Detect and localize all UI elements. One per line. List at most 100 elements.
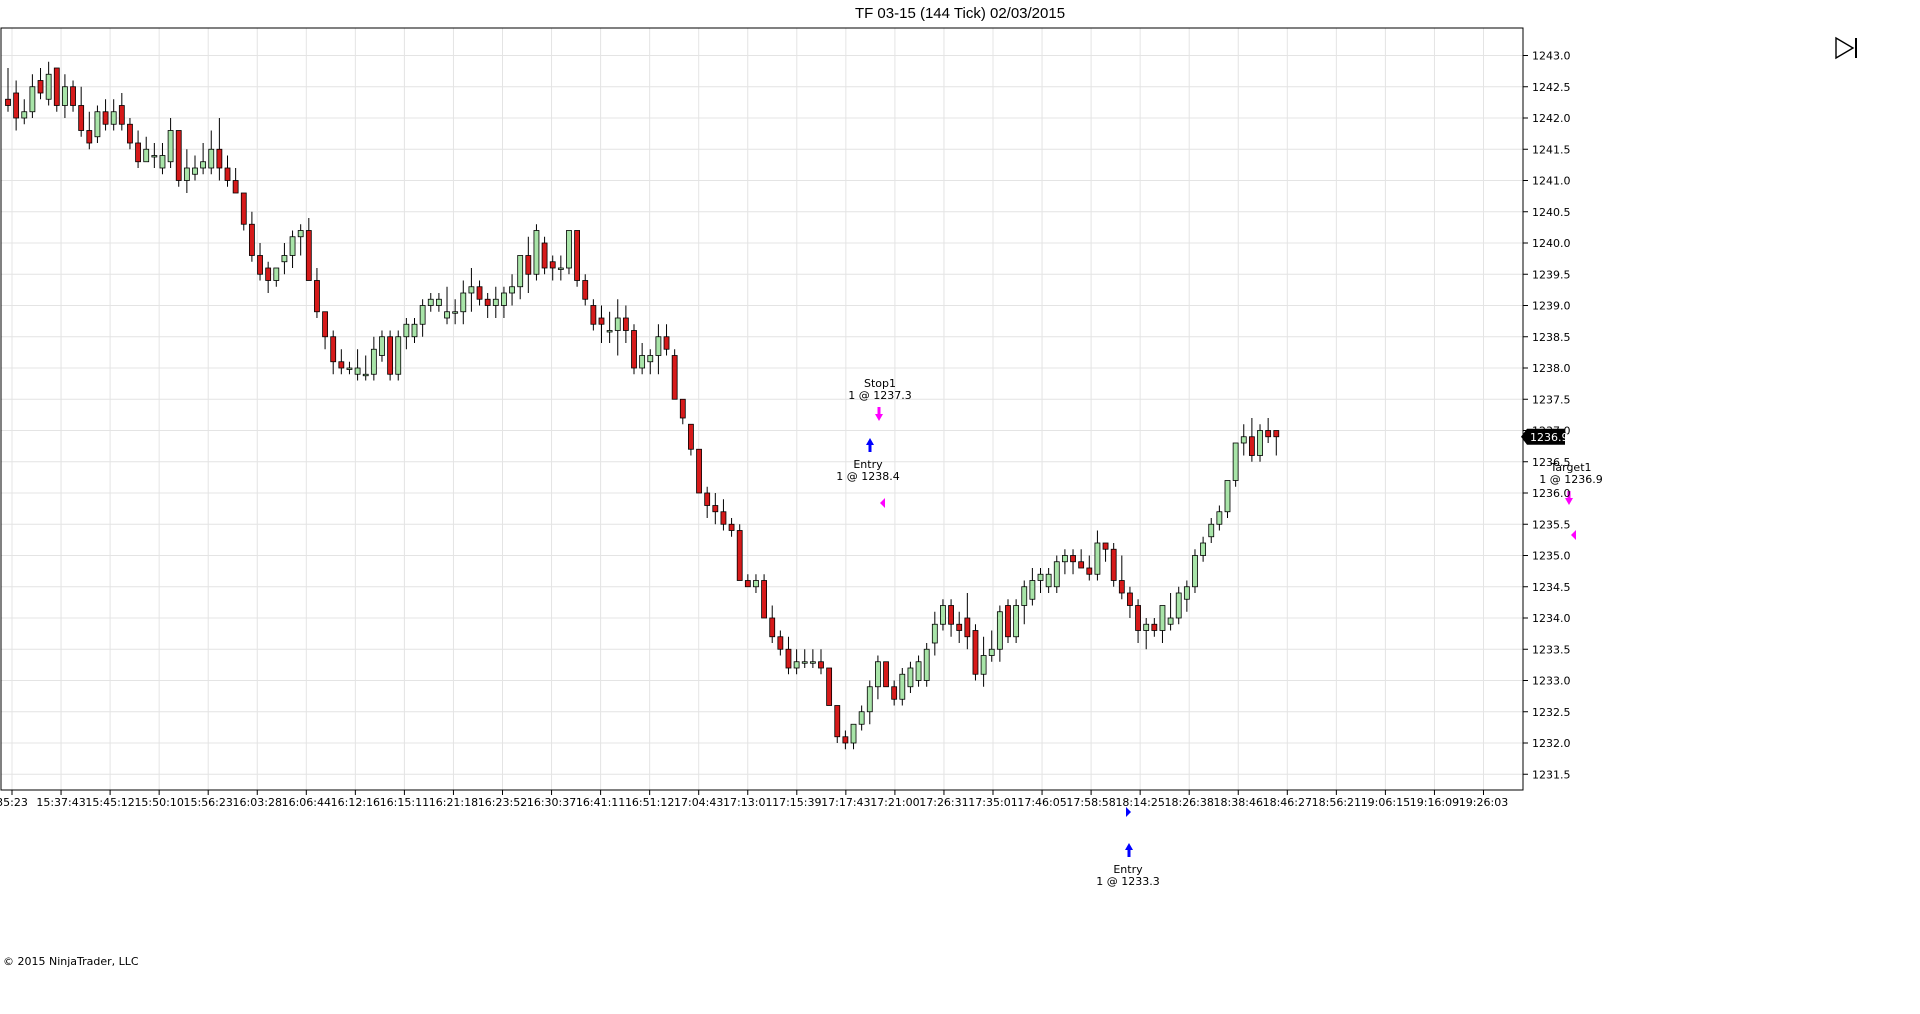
candle-body: [265, 267, 272, 281]
candle-body: [492, 298, 499, 306]
candle-body: [444, 311, 450, 319]
candle-body: [1135, 605, 1141, 631]
x-tick-label: 16:15:11: [380, 796, 429, 809]
candle-body: [411, 323, 418, 338]
candle-body: [907, 667, 914, 688]
y-tick-label: 1238.5: [1532, 331, 1571, 344]
x-tick-label: 17:58:58: [1066, 796, 1115, 809]
y-tick-label: 1235.0: [1532, 550, 1571, 563]
candle-body: [1216, 511, 1223, 525]
candle-body: [639, 355, 646, 369]
play-end-button[interactable]: [1834, 36, 1860, 60]
candle-body: [305, 230, 312, 281]
x-tick-label: 35:23: [0, 796, 28, 809]
candle-body: [606, 330, 613, 333]
candle-body: [923, 648, 930, 681]
candle-body: [224, 167, 231, 181]
candle-body: [435, 298, 442, 306]
candle-body: [151, 155, 158, 158]
candle-body: [1005, 605, 1011, 638]
candle-body: [826, 667, 833, 706]
x-axis: 35:2315:37:4315:45:1215:50:1015:56:2316:…: [0, 790, 1508, 809]
candle-body: [753, 580, 759, 588]
y-tick-label: 1234.0: [1532, 612, 1571, 625]
candle-body: [891, 686, 898, 700]
candle-body: [574, 230, 580, 281]
chart-grid: [1, 28, 1523, 790]
entry-arrow-icon: [1125, 843, 1133, 857]
candle-body: [964, 617, 971, 638]
candle-body: [395, 336, 402, 375]
chart-frame: [0, 27, 1524, 791]
candle-body: [102, 111, 109, 125]
candle-body: [988, 648, 995, 656]
x-tick-label: 17:26:31: [919, 796, 968, 809]
candle-body: [549, 261, 556, 269]
x-tick-label: 16:41:11: [576, 796, 625, 809]
price-chart[interactable]: Stop11 @ 1237.3Entry1 @ 1238.4Entry1 @ 1…: [0, 0, 1920, 1014]
x-tick-label: 18:14:25: [1115, 796, 1164, 809]
candle-body: [175, 130, 182, 181]
candle-body: [509, 286, 515, 294]
y-tick-label: 1243.0: [1532, 50, 1571, 63]
candle-body: [525, 255, 532, 275]
candle-body: [1183, 586, 1190, 600]
y-tick-label: 1234.5: [1532, 581, 1571, 594]
candle-body: [354, 367, 361, 375]
candle-body: [452, 311, 459, 314]
candle-body: [809, 661, 816, 664]
candle-body: [1013, 605, 1020, 638]
x-tick-label: 18:46:27: [1263, 796, 1312, 809]
candle-body: [118, 105, 125, 125]
candle-body: [696, 448, 702, 494]
x-tick-label: 19:16:09: [1410, 796, 1459, 809]
x-tick-label: 16:03:28: [233, 796, 282, 809]
candle-body: [1102, 542, 1109, 550]
candle-body: [29, 86, 36, 113]
x-tick-label: 16:23:52: [478, 796, 527, 809]
candle-body: [541, 242, 548, 269]
candle-body: [598, 317, 605, 325]
x-tick-label: 18:26:38: [1164, 796, 1213, 809]
last-price-label: 1236.9: [1530, 431, 1569, 444]
y-tick-label: 1242.5: [1532, 81, 1571, 94]
candle-body: [866, 686, 873, 713]
candle-body: [956, 623, 963, 631]
candle-body: [346, 367, 353, 370]
candle-body: [1192, 555, 1198, 588]
candle-body: [1151, 623, 1158, 631]
x-tick-label: 15:37:43: [36, 796, 85, 809]
candle-body: [1240, 436, 1247, 444]
candle-body: [1224, 480, 1231, 513]
candle-body: [883, 661, 889, 688]
trade-detail: 1 @ 1237.3: [848, 389, 911, 402]
candle-body: [566, 230, 572, 269]
candle-body: [1127, 592, 1133, 606]
candle-body: [590, 305, 597, 325]
candle-body: [281, 255, 288, 263]
y-tick-label: 1241.5: [1532, 143, 1571, 156]
candle-body: [1248, 436, 1255, 456]
candle-body: [631, 330, 637, 369]
candle-body: [688, 423, 694, 450]
candle-body: [53, 67, 60, 106]
candle-body: [460, 292, 467, 313]
candle-body: [248, 223, 255, 256]
candle-body: [13, 92, 20, 119]
candle-body: [1053, 561, 1060, 588]
candle-body: [127, 123, 133, 144]
y-tick-label: 1239.0: [1532, 300, 1571, 313]
candle-body: [403, 323, 410, 338]
candle-body: [655, 336, 662, 356]
candle-body: [793, 661, 800, 669]
candle-body: [86, 130, 93, 144]
candle-body: [614, 317, 621, 331]
candle-body: [533, 230, 540, 275]
x-tick-label: 16:21:18: [429, 796, 478, 809]
candle-body: [1029, 580, 1036, 600]
y-axis: 1231.5 1232.0 1232.5 1233.0 1233.5 1234.0 1234…: [1521, 50, 1571, 781]
candle-body: [1273, 430, 1280, 438]
candle-body: [1070, 555, 1076, 563]
candle-body: [419, 305, 426, 325]
candle-body: [850, 723, 857, 744]
